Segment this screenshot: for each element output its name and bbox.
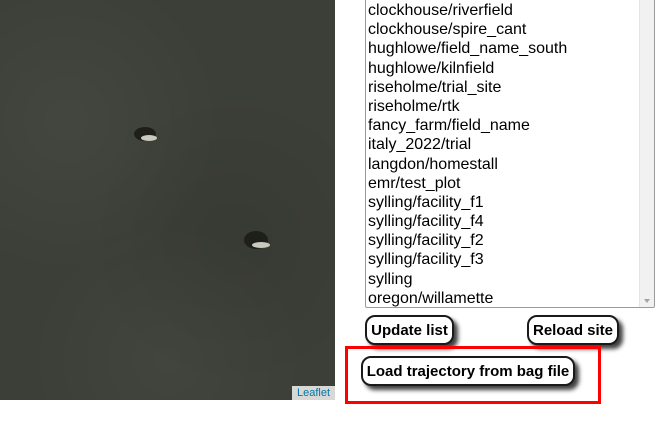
site-list-option[interactable]: sylling/facility_f4 (366, 212, 642, 231)
site-list-option[interactable]: italy_2022/trial (366, 135, 642, 154)
site-list-option[interactable]: hughlowe/kilnfield (366, 59, 642, 78)
reload-site-button[interactable]: Reload site (527, 315, 619, 345)
map-features (134, 127, 270, 249)
map-marker-blob-2 (244, 231, 270, 249)
site-list-option[interactable]: riseholme/rtk (366, 97, 642, 116)
scroll-down-arrow-icon[interactable] (644, 299, 650, 303)
site-list-option[interactable]: fancy_farm/field_name (366, 116, 642, 135)
site-list-option[interactable]: oregon/willamette (366, 289, 642, 307)
site-list-option[interactable]: riseholme/trial_site (366, 78, 642, 97)
site-list-option[interactable]: sylling (366, 270, 642, 289)
site-list-option[interactable]: emr/test_plot (366, 174, 642, 193)
site-list-option[interactable]: hughlowe/field_name_south (366, 39, 642, 58)
satellite-map[interactable]: Leaflet (0, 0, 335, 400)
site-list-items: clockhouse/riverfield clockhouse/spire_ca… (366, 1, 642, 307)
site-list-option[interactable]: clockhouse/spire_cant (366, 20, 642, 39)
site-list-option[interactable]: sylling/facility_f2 (366, 231, 642, 250)
leaflet-attribution-link[interactable]: Leaflet (291, 386, 335, 400)
site-list-scrollbar[interactable] (639, 0, 654, 307)
site-list-option[interactable]: sylling/facility_f3 (366, 250, 642, 269)
site-list-option[interactable]: langdon/homestall (366, 155, 642, 174)
update-list-button[interactable]: Update list (365, 315, 454, 345)
site-list-select[interactable]: clockhouse/riverfield clockhouse/spire_ca… (365, 0, 655, 308)
site-list-option[interactable]: sylling/facility_f1 (366, 193, 642, 212)
map-marker-blob-1 (134, 127, 157, 141)
site-list-option[interactable]: clockhouse/riverfield (366, 1, 642, 20)
highlight-annotation-box (345, 346, 601, 404)
